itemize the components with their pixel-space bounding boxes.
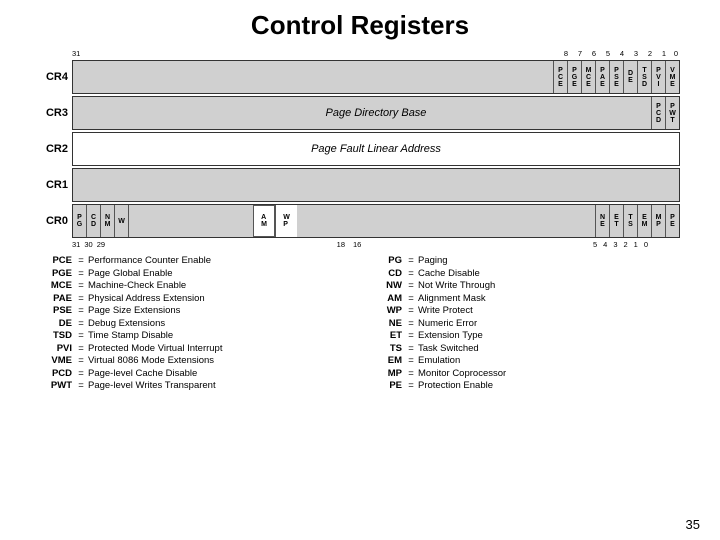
bottom-1: 1 xyxy=(634,240,638,249)
leg-vme: VME = Virtual 8086 Mode Extensions xyxy=(40,355,350,366)
legend-col-right: PG = Paging CD = Cache Disable NW = Not … xyxy=(370,255,680,393)
bit-0-label: 0 xyxy=(674,49,678,58)
leg-ne: NE = Numeric Error xyxy=(370,318,680,329)
bottom-31: 31 xyxy=(72,240,80,249)
cr0-am-bit: AM xyxy=(253,205,275,237)
cr3-body: Page Directory Base PCD PWT xyxy=(72,96,680,130)
leg-ts: TS = Task Switched xyxy=(370,343,680,354)
bottom-30: 30 xyxy=(84,240,92,249)
cr3-pwt: PWT xyxy=(665,97,679,129)
bit-6-label: 6 xyxy=(592,49,596,58)
bottom-16: 16 xyxy=(353,240,361,249)
leg-pcd: PCD = Page-level Cache Disable xyxy=(40,368,350,379)
cr1-body xyxy=(72,168,680,202)
cr0-right-bits: NE ET TS EM MP PE xyxy=(595,205,679,237)
leg-pae: PAE = Physical Address Extension xyxy=(40,293,350,304)
cr3-label: CR3 xyxy=(40,96,72,130)
cr2-label: CR2 xyxy=(40,132,72,166)
bottom-29: 29 xyxy=(97,240,105,249)
cr2-body: Page Fault Linear Address xyxy=(72,132,680,166)
cr1-row: CR1 xyxy=(40,168,680,202)
bottom-18: 18 xyxy=(337,240,345,249)
cr4-de: DE xyxy=(623,61,637,93)
leg-pg: PG = Paging xyxy=(370,255,680,266)
cr4-pge: PGE xyxy=(567,61,581,93)
leg-mp: MP = Monitor Coprocessor xyxy=(370,368,680,379)
legend-col-left: PCE = Performance Counter Enable PGE = P… xyxy=(40,255,350,393)
page-title: Control Registers xyxy=(251,10,469,41)
leg-pce: PCE = Performance Counter Enable xyxy=(40,255,350,266)
cr0-label: CR0 xyxy=(40,204,72,238)
cr3-bits: PCD PWT xyxy=(651,97,679,129)
cr0-nm-bit: NM xyxy=(101,205,115,237)
leg-et: ET = Extension Type xyxy=(370,330,680,341)
bit-7-label: 7 xyxy=(578,49,582,58)
leg-mce: MCE = Machine-Check Enable xyxy=(40,280,350,291)
cr0-body: PG CD NM W AM WP NE ET TS EM MP PE xyxy=(72,204,680,238)
leg-tsd: TSD = Time Stamp Disable xyxy=(40,330,350,341)
cr4-tsd: TSD xyxy=(637,61,651,93)
cr3-text: Page Directory Base xyxy=(73,107,679,119)
cr0-em-bit: EM xyxy=(637,205,651,237)
cr4-body: PCE PGE MCE PAE PSE DE TSD PVI VME xyxy=(72,60,680,94)
cr4-pvi: PVI xyxy=(651,61,665,93)
cr0-left-bits: PG CD NM W xyxy=(73,205,129,237)
bottom-5: 5 xyxy=(593,240,597,249)
leg-wp: WP = Write Protect xyxy=(370,305,680,316)
bit-1-label: 1 xyxy=(662,49,666,58)
leg-nw: NW = Not Write Through xyxy=(370,280,680,291)
cr4-bits: PCE PGE MCE PAE PSE DE TSD PVI VME xyxy=(553,61,679,93)
bit-4-label: 4 xyxy=(620,49,624,58)
cr0-ts-bit: TS xyxy=(623,205,637,237)
cr2-row: CR2 Page Fault Linear Address xyxy=(40,132,680,166)
bottom-bit-numbers: 31 30 29 18 16 5 4 3 2 1 0 xyxy=(40,240,648,249)
cr4-pse: PSE xyxy=(609,61,623,93)
bit-8-label: 8 xyxy=(564,49,568,58)
cr0-pe-bit: PE xyxy=(665,205,679,237)
bit-31-label: 31 xyxy=(72,49,80,58)
cr0-et-bit: ET xyxy=(609,205,623,237)
leg-pe: PE = Protection Enable xyxy=(370,380,680,391)
leg-em: EM = Emulation xyxy=(370,355,680,366)
bit-5-label: 5 xyxy=(606,49,610,58)
cr4-label: CR4 xyxy=(40,60,72,94)
cr2-text: Page Fault Linear Address xyxy=(73,143,679,155)
leg-de: DE = Debug Extensions xyxy=(40,318,350,329)
leg-pge: PGE = Page Global Enable xyxy=(40,268,350,279)
cr4-pce: PCE xyxy=(553,61,567,93)
leg-pvi: PVI = Protected Mode Virtual Interrupt xyxy=(40,343,350,354)
cr4-pae: PAE xyxy=(595,61,609,93)
cr4-row: CR4 PCE PGE MCE PAE PSE DE TSD PVI VME xyxy=(40,60,680,94)
cr4-vme: VME xyxy=(665,61,679,93)
bottom-4: 4 xyxy=(603,240,607,249)
cr4-mce: MCE xyxy=(581,61,595,93)
cr1-label: CR1 xyxy=(40,168,72,202)
cr0-row: CR0 PG CD NM W AM WP NE ET TS xyxy=(40,204,680,238)
bottom-2: 2 xyxy=(623,240,627,249)
cr0-ne-bit: NE xyxy=(595,205,609,237)
cr0-mp-bit: MP xyxy=(651,205,665,237)
leg-am: AM = Alignment Mask xyxy=(370,293,680,304)
cr0-pg-bit: PG xyxy=(73,205,87,237)
cr0-cd-bit: CD xyxy=(87,205,101,237)
bit-3-label: 3 xyxy=(634,49,638,58)
legend: PCE = Performance Counter Enable PGE = P… xyxy=(40,255,680,393)
leg-cd: CD = Cache Disable xyxy=(370,268,680,279)
bottom-0: 0 xyxy=(644,240,648,249)
bottom-3: 3 xyxy=(613,240,617,249)
cr3-row: CR3 Page Directory Base PCD PWT xyxy=(40,96,680,130)
cr3-pcd: PCD xyxy=(651,97,665,129)
cr0-wp-bit: WP xyxy=(275,205,297,237)
leg-pse: PSE = Page Size Extensions xyxy=(40,305,350,316)
cr0-w-bit: W xyxy=(115,205,129,237)
bit-2-label: 2 xyxy=(648,49,652,58)
page-number: 35 xyxy=(686,517,700,532)
leg-pwt: PWT = Page-level Writes Transparent xyxy=(40,380,350,391)
